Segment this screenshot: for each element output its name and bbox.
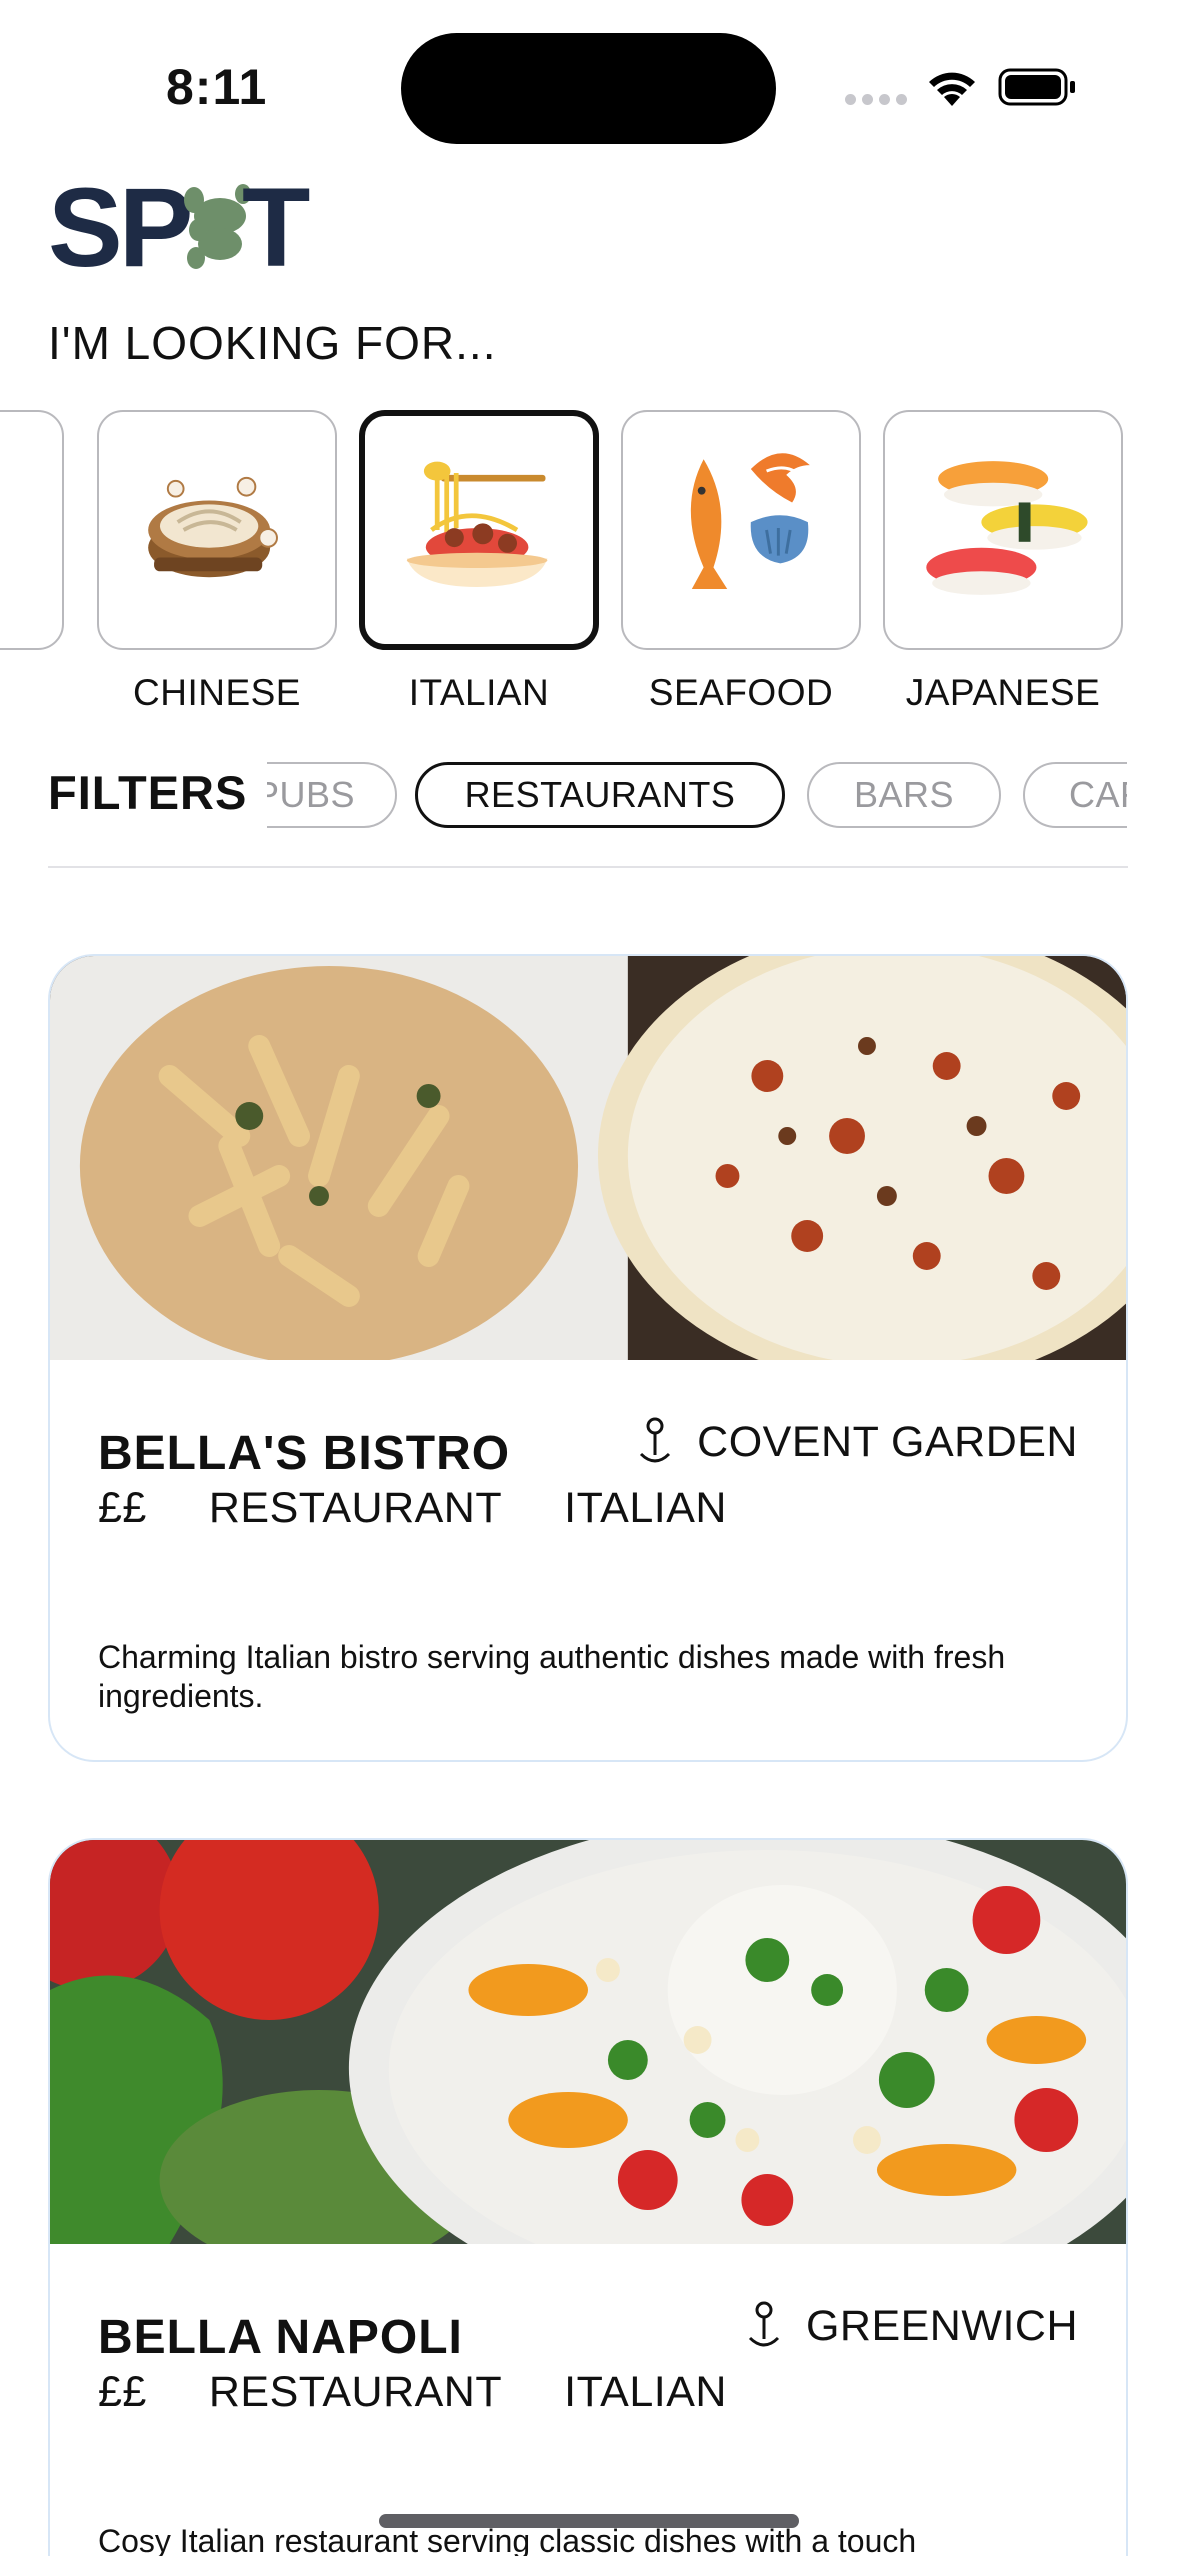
listing-photo <box>50 956 1126 1360</box>
category-tile-partial[interactable] <box>0 410 64 650</box>
category-tile-italian[interactable] <box>359 410 599 650</box>
wifi-icon <box>929 72 975 106</box>
category-label-italian: ITALIAN <box>408 672 550 713</box>
listing-type: RESTAURANT <box>208 1484 503 1532</box>
category-label-seafood: SEAFOOD <box>648 672 834 713</box>
status-bar: 8:11 <box>0 0 1179 150</box>
cellular-signal-icon <box>845 94 907 105</box>
map-pin-icon <box>640 1417 671 1463</box>
filter-chip-restaurants[interactable]: RESTAURANTS <box>415 762 785 828</box>
listing-price: ££ <box>98 2368 147 2416</box>
listing-name: BELLA NAPOLI <box>98 2311 463 2364</box>
filter-chip-row[interactable]: PUBS RESTAURANTS BARS CAFES <box>267 760 1127 830</box>
svg-text:SP: SP <box>48 176 190 272</box>
category-tile-chinese[interactable] <box>97 410 337 650</box>
battery-icon <box>998 68 1075 106</box>
listing-price: ££ <box>98 1484 147 1532</box>
listing-location-text: GREENWICH <box>805 2301 1078 2350</box>
listing-card[interactable]: BELLA NAPOLI GREENWICH ££ RESTAURANT ITA… <box>48 1838 1128 2556</box>
listing-type: RESTAURANT <box>208 2368 503 2416</box>
fish-shrimp-icon <box>690 453 810 589</box>
category-label-chinese: CHINESE <box>133 672 301 713</box>
pasta-plate-icon <box>406 461 548 587</box>
dynamic-island <box>401 33 776 144</box>
filter-chip-pubs[interactable]: PUBS <box>267 762 397 828</box>
listing-meta: ££ RESTAURANT ITALIAN <box>98 1484 789 1533</box>
listing-location: GREENWICH <box>744 2300 1078 2352</box>
home-indicator[interactable] <box>379 2514 799 2528</box>
sushi-icon <box>926 461 1088 595</box>
listing-name: BELLA'S BISTRO <box>98 1427 511 1480</box>
filters-label: FILTERS <box>48 766 248 819</box>
filter-chip-cafes[interactable]: CAFES <box>1023 762 1127 828</box>
section-heading: I'M LOOKING FOR... <box>48 317 497 369</box>
filter-chip-bars[interactable]: BARS <box>807 762 1001 828</box>
listing-location: COVENT GARDEN <box>635 1416 1078 1468</box>
clock: 8:11 <box>166 59 268 115</box>
listing-description: Charming Italian bistro serving authenti… <box>98 1639 1006 1714</box>
listing-card[interactable]: BELLA'S BISTRO COVENT GARDEN ££ RESTAURA… <box>48 954 1128 1762</box>
app-logo: SP T <box>48 176 310 272</box>
category-label-japanese: JAPANESE <box>905 672 1101 713</box>
category-tile-seafood[interactable] <box>621 410 861 650</box>
divider <box>48 866 1128 868</box>
listing-location-text: COVENT GARDEN <box>697 1417 1078 1466</box>
listing-cuisine: ITALIAN <box>564 2368 727 2416</box>
listing-photo <box>50 1840 1126 2244</box>
category-tile-japanese[interactable] <box>883 410 1123 650</box>
svg-text:T: T <box>242 176 310 272</box>
category-carousel[interactable]: CHINESE ITALIAN SEAFOOD JAPANESE <box>0 410 1179 730</box>
listing-meta: ££ RESTAURANT ITALIAN <box>98 2368 789 2417</box>
map-pin-icon <box>748 2301 779 2347</box>
listing-cuisine: ITALIAN <box>564 1484 727 1532</box>
dumpling-basket-icon <box>148 476 278 578</box>
